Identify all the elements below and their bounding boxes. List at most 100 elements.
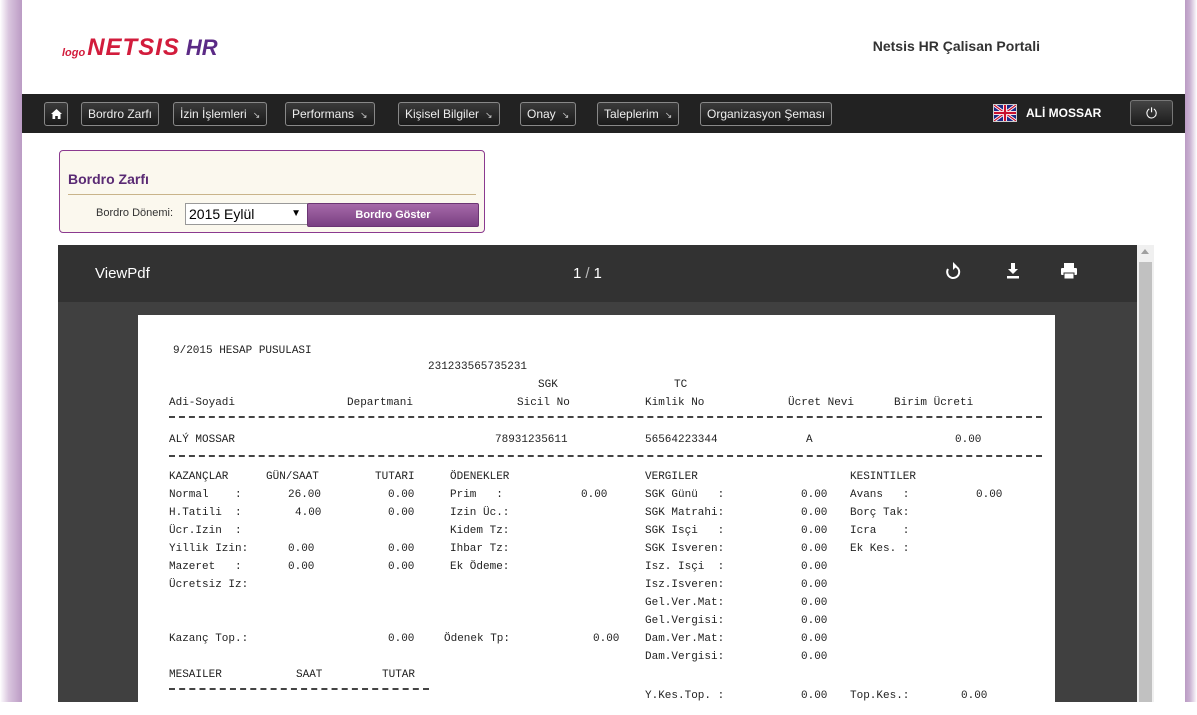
- dashed-divider: [169, 455, 1042, 457]
- vergi-label: Gel.Vergisi:: [645, 615, 725, 627]
- kesinti-label: Borç Tak:: [850, 507, 910, 519]
- kesinti-value: 0.00: [976, 489, 1003, 501]
- nav-onay[interactable]: Onay ↘: [520, 102, 577, 126]
- logo-prefix: logo: [62, 47, 86, 59]
- logout-button[interactable]: ⏻: [1130, 100, 1173, 126]
- pdf-title: ViewPdf: [95, 265, 150, 282]
- kazanc-gun: 4.00: [295, 507, 322, 519]
- vergi-value: 0.00: [801, 633, 828, 645]
- odenek-label: Kidem Tz:: [450, 525, 510, 537]
- nav-label: Bordro Zarfı: [88, 107, 153, 121]
- sgk-header: SGK: [538, 379, 558, 391]
- period-select[interactable]: 2015 Eylül ▼: [185, 203, 308, 225]
- vergi-value: 0.00: [801, 651, 828, 663]
- vergi-value: 0.00: [801, 597, 828, 609]
- employee-birim-ucreti: 0.00: [955, 434, 982, 446]
- nav-bordro-zarfi[interactable]: Bordro Zarfı: [81, 102, 160, 126]
- nav-kisisel-bilgiler[interactable]: Kişisel Bilgiler ↘: [398, 102, 500, 126]
- pdf-viewer: ViewPdf 1/1 9/2015 HESAP PUSULASI 231233…: [58, 245, 1137, 715]
- kazanc-total-label: Kazanç Top.:: [169, 633, 249, 645]
- kazanc-gun: 26.00: [288, 489, 322, 501]
- vergi-value: 0.00: [801, 507, 828, 519]
- vergi-value: 0.00: [801, 561, 828, 573]
- dashed-divider: [169, 416, 1042, 418]
- gun-saat-header: GÜN/SAAT: [266, 471, 319, 483]
- nav-label: Taleplerim: [604, 107, 659, 121]
- home-button[interactable]: [44, 102, 68, 126]
- vergi-label: SGK Matrahi:: [645, 507, 725, 519]
- employee-sicil-no: 78931235611: [495, 434, 568, 446]
- nav-label: Kişisel Bilgiler: [405, 107, 480, 121]
- kesinti-label: Icra :: [850, 525, 910, 537]
- nav-izin-islemleri[interactable]: İzin İşlemleri ↘: [173, 102, 268, 126]
- chevron-down-icon: ↘: [561, 110, 570, 120]
- vergi-value: 0.00: [801, 543, 828, 555]
- current-page: 1: [573, 265, 582, 282]
- vergi-label: Isz. Isçi :: [645, 561, 725, 573]
- vergi-label: Dam.Ver.Mat:: [645, 633, 725, 645]
- employee-ucret-nevi: A: [806, 434, 813, 446]
- birim-ucreti-header: Birim Ücreti: [894, 397, 974, 409]
- mesailer-header: MESAILER: [169, 669, 222, 681]
- vergi-value: 0.00: [801, 525, 828, 537]
- ucret-nevi-header: Ücret Nevi: [788, 397, 855, 409]
- uk-flag-icon[interactable]: [993, 104, 1017, 122]
- vergi-value: 0.00: [801, 690, 828, 702]
- page-separator: /: [585, 265, 590, 282]
- download-icon[interactable]: [1002, 262, 1024, 285]
- odenek-label: Izin Üc.:: [450, 507, 510, 519]
- kazanc-label: Ücr.Izin :: [169, 525, 242, 537]
- kazanc-tutar: 0.00: [388, 543, 415, 555]
- kesinti-label: Ek Kes. :: [850, 543, 910, 555]
- kazanc-label: Ücretsiz Iz:: [169, 579, 249, 591]
- nav-label: Organizasyon Şeması: [707, 107, 826, 121]
- bordro-zarfi-panel: Bordro Zarfı Bordro Dönemi: 2015 Eylül ▼…: [59, 150, 485, 233]
- scroll-thumb[interactable]: [1139, 262, 1152, 702]
- tc-header: TC: [674, 379, 688, 391]
- netsis-hr-logo: logo NETSIS HR: [62, 36, 218, 60]
- vergi-value: 0.00: [801, 579, 828, 591]
- scroll-up-icon[interactable]: [1141, 249, 1149, 254]
- vergi-label: SGK Günü :: [645, 489, 725, 501]
- saat-header: SAAT: [296, 669, 323, 681]
- nav-organizasyon-semasi[interactable]: Organizasyon Şeması: [700, 102, 833, 126]
- vergi-label: Gel.Ver.Mat:: [645, 597, 725, 609]
- kazanc-label: Normal :: [169, 489, 242, 501]
- chevron-down-icon: ↘: [360, 110, 368, 120]
- logo-suffix: HR: [185, 35, 218, 60]
- odenek-total-label: Ödenek Tp:: [444, 633, 511, 645]
- adi-soyadi-header: Adi-Soyadi: [169, 397, 236, 409]
- vergi-value: 0.00: [801, 615, 828, 627]
- app-frame: logo NETSIS HR Netsis HR Çalisan Portali…: [22, 0, 1185, 715]
- bordro-goster-button[interactable]: Bordro Göster: [307, 203, 479, 227]
- vergi-label: SGK Isveren:: [645, 543, 725, 555]
- kazanc-tutar: 0.00: [388, 507, 415, 519]
- panel-divider: [68, 194, 476, 195]
- kazanc-label: H.Tatili :: [169, 507, 242, 519]
- user-name[interactable]: ALİ MOSSAR: [1026, 106, 1101, 120]
- page-indicator: 1/1: [573, 265, 602, 282]
- odenek-value: 0.00: [581, 489, 608, 501]
- payslip-id: 231233565735231: [428, 361, 528, 373]
- odenek-label: Ihbar Tz:: [450, 543, 510, 555]
- main-navbar: Bordro Zarfı İzin İşlemleri ↘ Performans ↘…: [22, 94, 1185, 133]
- tutari-header: TUTARI: [375, 471, 415, 483]
- viewer-scrollbar[interactable]: [1137, 245, 1154, 702]
- kesinti-label: Avans :: [850, 489, 910, 501]
- portal-title: Netsis HR Çalisan Portali: [872, 38, 1040, 54]
- total-pages: 1: [593, 265, 602, 282]
- print-icon[interactable]: [1058, 262, 1080, 285]
- odenekler-header: ÖDENEKLER: [450, 471, 510, 483]
- panel-title: Bordro Zarfı: [68, 171, 149, 187]
- nav-taleplerim[interactable]: Taleplerim ↘: [597, 102, 680, 126]
- odenek-label: Ek Ödeme:: [450, 561, 510, 573]
- nav-label: Performans: [292, 107, 355, 121]
- right-border: [1185, 0, 1197, 702]
- kazanc-gun: 0.00: [288, 543, 315, 555]
- kazanc-label: Mazeret :: [169, 561, 242, 573]
- logo-main: NETSIS: [87, 34, 180, 61]
- nav-performans[interactable]: Performans ↘: [285, 102, 375, 126]
- employee-name: ALÝ MOSSAR: [169, 434, 236, 446]
- rotate-icon[interactable]: [942, 262, 964, 285]
- chevron-down-icon: ↘: [485, 110, 493, 120]
